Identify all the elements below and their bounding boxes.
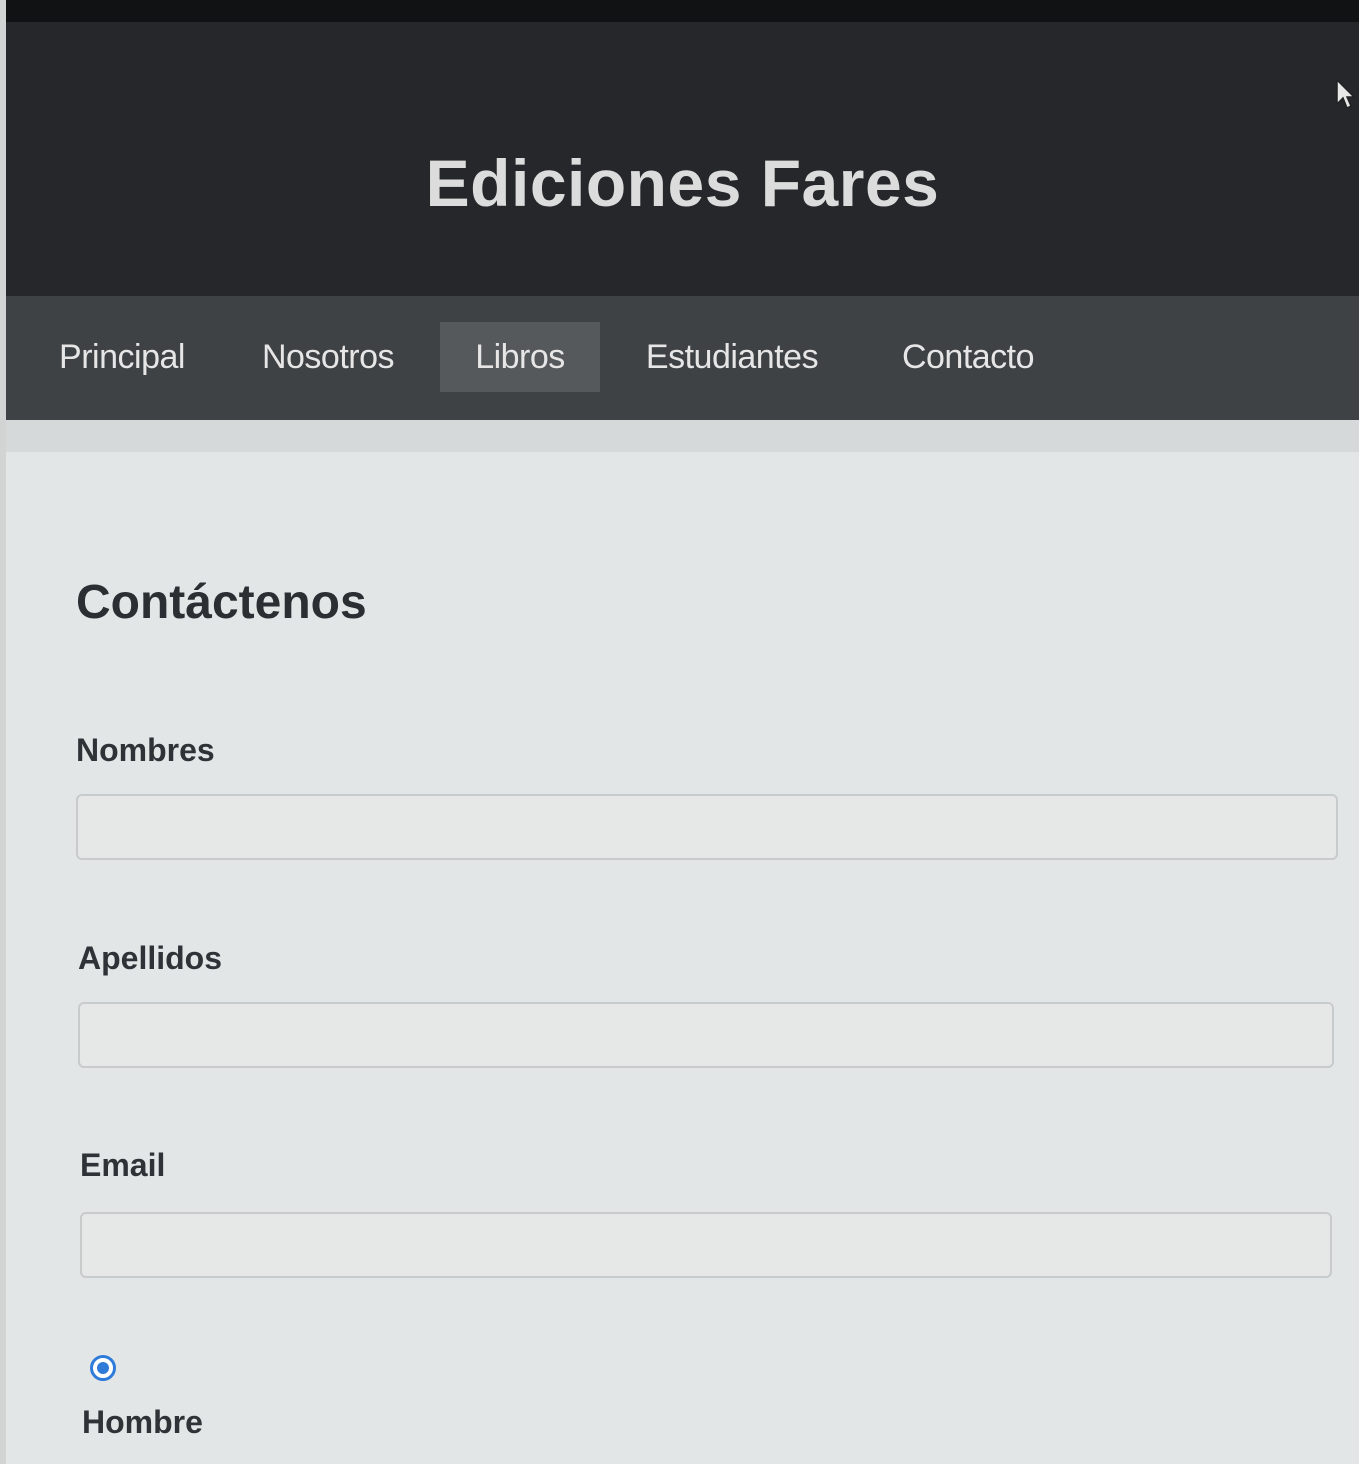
contact-title: Contáctenos <box>76 576 367 629</box>
nav-item-nosotros[interactable]: Nosotros <box>242 322 414 392</box>
nav-item-principal[interactable]: Principal <box>32 322 212 392</box>
nav-item-libros[interactable]: Libros <box>440 322 600 392</box>
main-navigation: Principal Nosotros Libros Estudiantes Co… <box>6 296 1359 420</box>
mouse-pointer-icon <box>1336 78 1355 110</box>
gender-radio-hombre[interactable] <box>90 1355 116 1381</box>
site-header: Ediciones Fares <box>6 22 1359 296</box>
nav-item-contacto[interactable]: Contacto <box>880 322 1056 392</box>
contact-section: Contáctenos Nombres Apellidos Email Homb… <box>6 420 1359 1464</box>
page: Ediciones Fares Principal Nosotros Libro… <box>6 0 1359 1464</box>
nav-item-estudiantes[interactable]: Estudiantes <box>624 322 840 392</box>
radio-selected-dot <box>97 1362 109 1374</box>
site-title: Ediciones Fares <box>425 146 940 220</box>
content-top-band <box>6 420 1359 452</box>
gender-option-label: Hombre <box>82 1404 203 1440</box>
email-label: Email <box>80 1147 166 1183</box>
nombres-input[interactable] <box>76 794 1338 860</box>
apellidos-label: Apellidos <box>78 940 223 976</box>
email-input[interactable] <box>80 1212 1332 1278</box>
apellidos-input[interactable] <box>78 1002 1334 1068</box>
browser-top-edge <box>6 0 1359 22</box>
nombres-label: Nombres <box>76 732 215 768</box>
